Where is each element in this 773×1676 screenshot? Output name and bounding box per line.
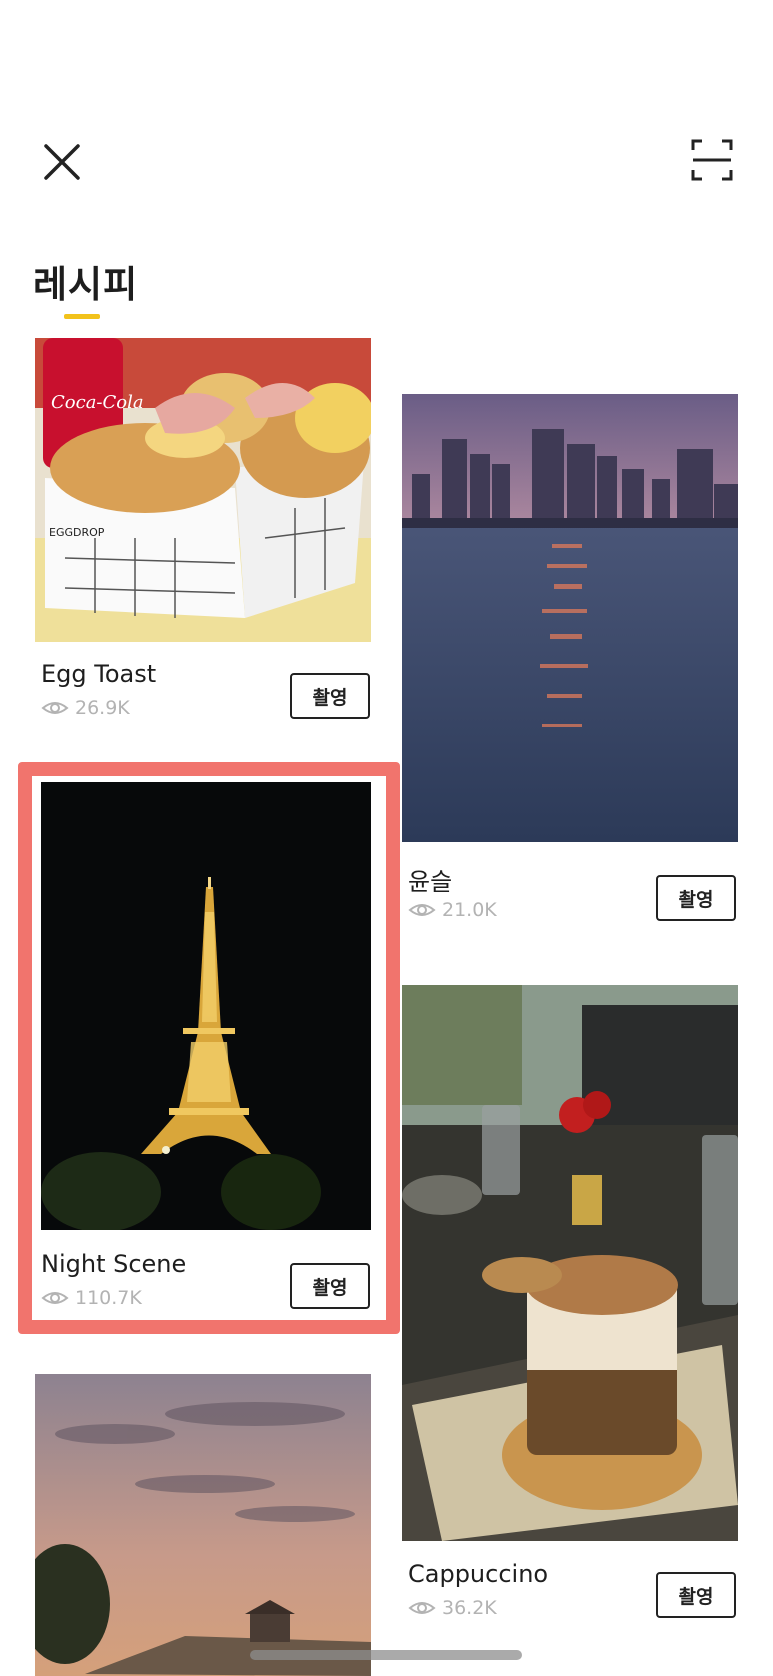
card-title: 윤슬 bbox=[408, 868, 453, 896]
eye-icon bbox=[41, 702, 69, 714]
card-image-cappuccino[interactable] bbox=[402, 985, 738, 1541]
eye-icon bbox=[408, 1602, 436, 1614]
shoot-button[interactable]: 촬영 bbox=[290, 673, 370, 719]
view-count-value: 21.0K bbox=[442, 899, 497, 921]
page-title: 레시피 bbox=[33, 263, 139, 306]
selection-highlight bbox=[18, 762, 400, 1334]
close-button[interactable] bbox=[40, 140, 84, 184]
svg-text:EGGDROP: EGGDROP bbox=[49, 526, 105, 539]
card-image-sunset[interactable] bbox=[35, 1374, 371, 1676]
shoot-button[interactable]: 촬영 bbox=[656, 875, 736, 921]
view-count: 36.2K bbox=[408, 1597, 497, 1619]
scan-button[interactable] bbox=[690, 138, 734, 182]
eye-icon bbox=[408, 904, 436, 916]
shoot-button[interactable]: 촬영 bbox=[656, 1572, 736, 1618]
view-count-value: 36.2K bbox=[442, 1597, 497, 1619]
card-title: Egg Toast bbox=[41, 660, 157, 688]
view-count: 26.9K bbox=[41, 697, 130, 719]
view-count: 21.0K bbox=[408, 899, 497, 921]
scan-frame-icon bbox=[691, 139, 733, 181]
close-icon bbox=[44, 144, 80, 180]
card-image-egg-toast[interactable]: Coca-Cola EGGDROP bbox=[35, 338, 371, 642]
active-tab-indicator bbox=[64, 314, 100, 319]
svg-text:Coca-Cola: Coca-Cola bbox=[51, 392, 144, 413]
home-indicator bbox=[250, 1650, 522, 1660]
view-count-value: 26.9K bbox=[75, 697, 130, 719]
card-image-yunseul[interactable] bbox=[402, 394, 738, 842]
card-title: Cappuccino bbox=[408, 1560, 549, 1588]
